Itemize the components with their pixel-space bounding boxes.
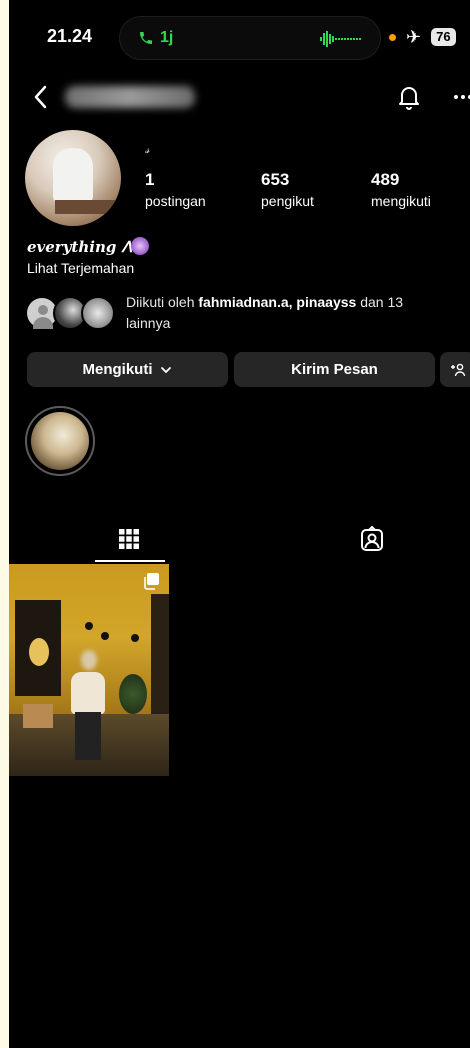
- posts-count: 1: [145, 170, 155, 189]
- followed-by-users: fahmiadnan.a, pinaayss: [198, 294, 357, 310]
- message-label: Kirim Pesan: [291, 361, 378, 378]
- status-time: 21.24: [47, 26, 93, 46]
- airplane-icon: ✈: [406, 27, 422, 47]
- following-label: Mengikuti: [82, 361, 153, 378]
- message-button[interactable]: Kirim Pesan: [234, 352, 435, 387]
- privacy-indicator-dot: [389, 33, 396, 41]
- followed-by-prefix: Diikuti oleh: [126, 294, 195, 310]
- profile-avatar[interactable]: [25, 130, 121, 226]
- instagram-profile-screen: 21.24 1j ✈ 76 𝓈 1 postingan 653 pengikut…: [9, 0, 470, 1048]
- followed-by-suffix: lainnya: [126, 315, 171, 331]
- waveform-icon: [320, 31, 361, 47]
- following-label: mengikuti: [371, 193, 431, 209]
- stat-followers[interactable]: 653 pengikut: [261, 170, 314, 209]
- back-chevron-icon[interactable]: [31, 84, 51, 110]
- username-blurred[interactable]: [65, 86, 195, 108]
- following-count: 489: [371, 170, 400, 189]
- add-person-icon: [451, 363, 466, 376]
- phone-icon: [140, 32, 152, 44]
- bell-icon[interactable]: [397, 84, 421, 110]
- bio-emoji-icon: [131, 237, 149, 255]
- bio-text: everything ⴷ˚: [27, 238, 140, 256]
- story-highlight[interactable]: [25, 406, 95, 476]
- avatar: [81, 296, 115, 330]
- see-translation-link[interactable]: Lihat Terjemahan: [27, 260, 134, 276]
- profile-note[interactable]: 𝓈: [145, 142, 149, 157]
- highlight-cover: [31, 412, 89, 470]
- multiple-images-icon: [144, 573, 159, 590]
- suggested-users-button[interactable]: [440, 352, 470, 387]
- stat-following[interactable]: 489 mengikuti: [371, 170, 431, 209]
- followers-label: pengikut: [261, 193, 314, 209]
- battery-indicator: 76: [431, 28, 456, 46]
- dynamic-island[interactable]: 1j: [119, 16, 381, 60]
- active-tab-indicator: [95, 560, 165, 562]
- tagged-icon[interactable]: [359, 526, 385, 552]
- mutual-followers-avatars[interactable]: [25, 296, 125, 330]
- followed-by-conjunction: dan 13: [360, 294, 404, 310]
- post-thumbnail[interactable]: [9, 564, 169, 776]
- chevron-down-icon: [160, 366, 171, 373]
- stat-posts[interactable]: 1 postingan: [145, 170, 206, 209]
- posts-label: postingan: [145, 193, 206, 209]
- followers-count: 653: [261, 170, 290, 189]
- status-right: ✈ 76: [389, 28, 456, 46]
- followed-by-text[interactable]: Diikuti oleh fahmiadnan.a, pinaayss dan …: [126, 292, 446, 334]
- following-button[interactable]: Mengikuti: [27, 352, 228, 387]
- more-icon[interactable]: [453, 92, 470, 102]
- call-duration: 1j: [160, 29, 174, 46]
- call-indicator[interactable]: 1j: [130, 25, 181, 51]
- grid-icon[interactable]: [117, 527, 141, 551]
